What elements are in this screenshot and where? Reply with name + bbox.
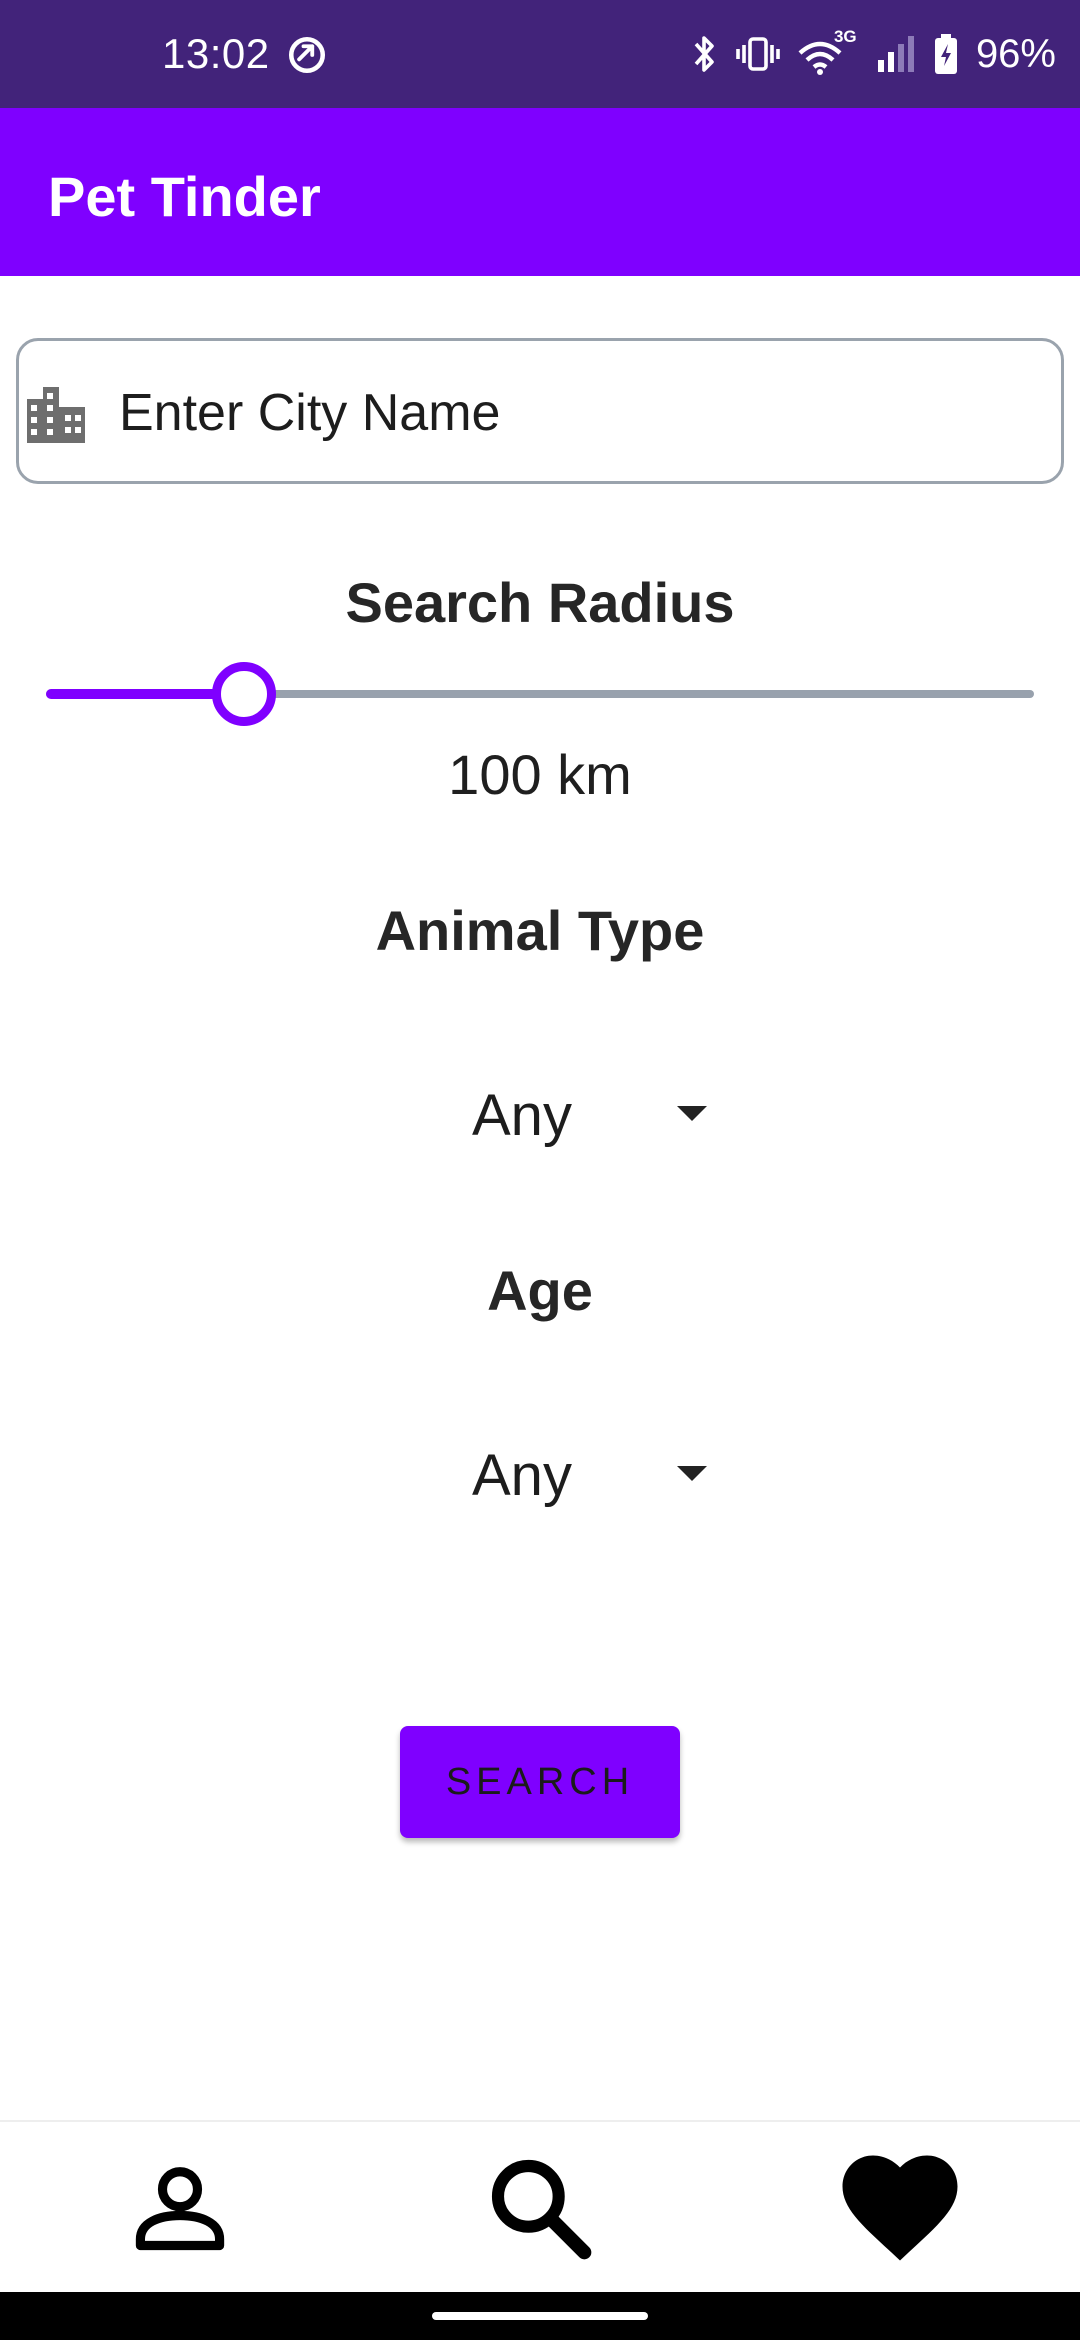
animal-type-selected: Any: [472, 1083, 572, 1148]
favorites-heart-icon: [842, 2155, 958, 2261]
nav-search[interactable]: [480, 2148, 600, 2268]
network-type-label: 3G: [833, 27, 857, 46]
animal-type-dropdown[interactable]: Any: [430, 1062, 730, 1162]
search-radius-slider[interactable]: [46, 662, 1034, 726]
search-button[interactable]: SEARCH: [400, 1726, 680, 1838]
wifi-3g-group: 3G: [798, 27, 858, 77]
profile-icon: [135, 2167, 225, 2251]
sync-icon: [288, 36, 326, 74]
app-bar: Pet Tinder: [0, 108, 1080, 276]
search-radius-heading: Search Radius: [345, 571, 735, 634]
age-heading: Age: [487, 1259, 593, 1322]
age-dropdown[interactable]: Any: [430, 1422, 730, 1522]
system-navigation-bar: [0, 2292, 1080, 2340]
vibrate-icon: [736, 37, 780, 71]
status-time: 13:02: [162, 30, 270, 77]
app-title: Pet Tinder: [48, 165, 321, 228]
dropdown-arrow-icon: [677, 1106, 707, 1121]
city-name-input[interactable]: [119, 377, 1039, 449]
city-name-field[interactable]: [16, 338, 1064, 484]
battery-percentage: 96%: [975, 31, 1056, 76]
cellular-signal-icon: [877, 36, 914, 72]
search-radius-value: 100 km: [448, 743, 632, 806]
home-gesture-handle[interactable]: [432, 2312, 648, 2320]
nav-profile[interactable]: [120, 2148, 240, 2268]
city-building-icon: [27, 387, 85, 443]
status-icons: 3G 96%: [692, 26, 1056, 82]
status-bar: 13:02 3G 96%: [0, 0, 1080, 108]
animal-type-heading: Animal Type: [375, 899, 705, 962]
bluetooth-icon: [694, 36, 714, 72]
bottom-navigation: [0, 2120, 1080, 2292]
search-icon: [491, 2159, 592, 2260]
nav-favorites[interactable]: [840, 2148, 960, 2268]
battery-charging-icon: [934, 34, 957, 74]
dropdown-arrow-icon: [677, 1466, 707, 1481]
age-selected: Any: [472, 1443, 572, 1508]
slider-thumb[interactable]: [212, 662, 276, 726]
